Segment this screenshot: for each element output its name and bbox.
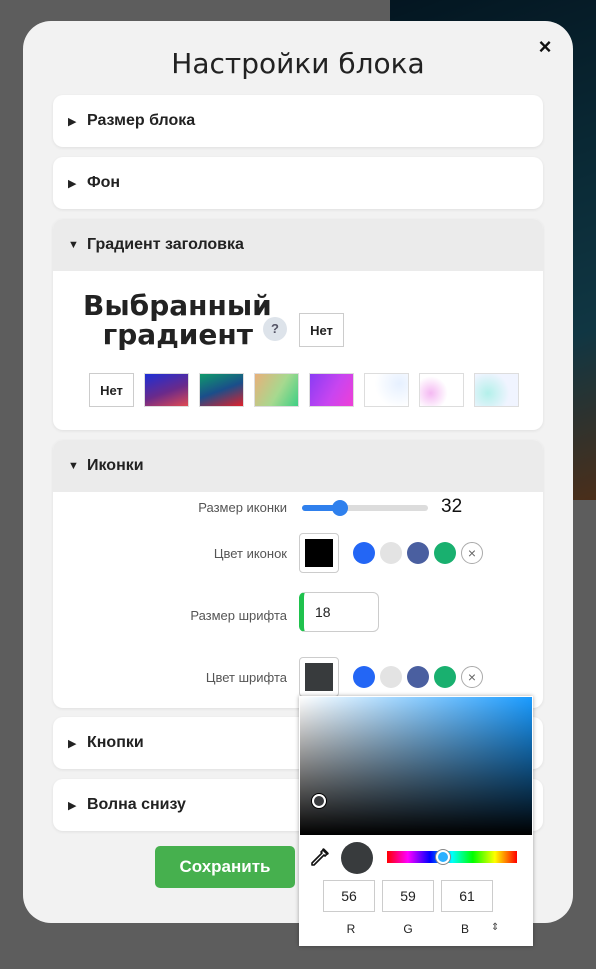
saturation-value-area[interactable] — [300, 697, 532, 835]
format-toggle-icon[interactable]: ⇕ — [491, 922, 499, 933]
gradient-swatch[interactable] — [144, 373, 189, 407]
section-title-gradient-header[interactable]: ▼ Градиент заголовка — [53, 219, 543, 271]
green-label: G — [403, 922, 413, 936]
blue-label: B — [460, 922, 469, 936]
font-size-input[interactable]: 18 — [299, 592, 379, 632]
section-label: Фон — [87, 174, 121, 191]
slider-thumb[interactable] — [331, 500, 348, 516]
triangle-right-icon: ▶ — [68, 177, 77, 190]
section-block-size-header[interactable]: ▶ Размер блока — [53, 95, 543, 147]
font-color-swatch — [305, 663, 333, 691]
gradient-swatch[interactable] — [474, 373, 519, 407]
gradient-swatch[interactable] — [199, 373, 244, 407]
section-label: Волна снизу — [87, 796, 186, 813]
eyedropper-icon[interactable] — [311, 848, 329, 868]
selected-gradient-label: Выбранный градиент — [83, 289, 272, 351]
icon-size-value: 32 — [441, 496, 463, 517]
icon-color-label: Цвет иконок — [213, 546, 287, 561]
clear-color-icon[interactable]: × — [461, 542, 483, 564]
color-picker-popup: 56 59 61 R G B ⇕ — [299, 696, 533, 946]
hue-slider[interactable] — [387, 851, 517, 863]
section-label: Градиент заголовка — [87, 236, 244, 253]
selected-gradient-value: Нет — [299, 313, 344, 347]
preset-color-slate-blue[interactable] — [407, 542, 429, 564]
green-input[interactable]: 59 — [382, 880, 434, 912]
section-background-header[interactable]: ▶ Фон — [53, 157, 543, 209]
preset-color-slate-blue[interactable] — [407, 666, 429, 688]
section-block-size: ▶ Размер блока — [53, 95, 543, 147]
icon-size-slider[interactable] — [302, 500, 428, 516]
icon-color-swatch — [305, 539, 333, 567]
hue-thumb[interactable] — [435, 850, 450, 864]
red-label: R — [346, 922, 356, 936]
color-preview — [341, 842, 373, 874]
font-color-label: Цвет шрифта — [205, 670, 287, 685]
section-icons: ▼ Иконки Размер иконки 32 Цвет иконок × … — [53, 440, 543, 708]
preset-color-green[interactable] — [434, 542, 456, 564]
modal-title: Настройки блока — [171, 47, 425, 80]
triangle-right-icon: ▶ — [68, 799, 77, 812]
font-size-label: Размер шрифта — [190, 608, 287, 623]
red-input[interactable]: 56 — [323, 880, 375, 912]
gradient-swatch[interactable] — [419, 373, 464, 407]
preset-color-blue[interactable] — [353, 666, 375, 688]
section-title-gradient: ▼ Градиент заголовка Выбранный градиент … — [53, 219, 543, 430]
font-color-picker[interactable] — [299, 657, 339, 697]
save-button[interactable]: Сохранить — [155, 846, 295, 888]
triangle-right-icon: ▶ — [68, 115, 77, 128]
icon-size-label: Размер иконки — [198, 500, 287, 515]
gradient-swatch[interactable] — [364, 373, 409, 407]
help-icon[interactable]: ? — [263, 317, 287, 341]
gradient-option-none[interactable]: Нет — [89, 373, 134, 407]
triangle-down-icon: ▼ — [68, 239, 79, 251]
preset-color-light-gray[interactable] — [380, 666, 402, 688]
icon-color-picker[interactable] — [299, 533, 339, 573]
blue-input[interactable]: 61 — [441, 880, 493, 912]
triangle-down-icon: ▼ — [68, 460, 79, 472]
gradient-swatch[interactable] — [254, 373, 299, 407]
triangle-right-icon: ▶ — [68, 737, 77, 750]
section-background: ▶ Фон — [53, 157, 543, 209]
clear-color-icon[interactable]: × — [461, 666, 483, 688]
gradient-swatch[interactable] — [309, 373, 354, 407]
saturation-cursor[interactable] — [312, 794, 326, 808]
preset-color-blue[interactable] — [353, 542, 375, 564]
section-label: Размер блока — [87, 112, 196, 129]
section-icons-header[interactable]: ▼ Иконки — [53, 440, 543, 492]
section-label: Иконки — [87, 457, 144, 474]
preset-color-green[interactable] — [434, 666, 456, 688]
preset-color-light-gray[interactable] — [380, 542, 402, 564]
section-label: Кнопки — [87, 734, 144, 751]
